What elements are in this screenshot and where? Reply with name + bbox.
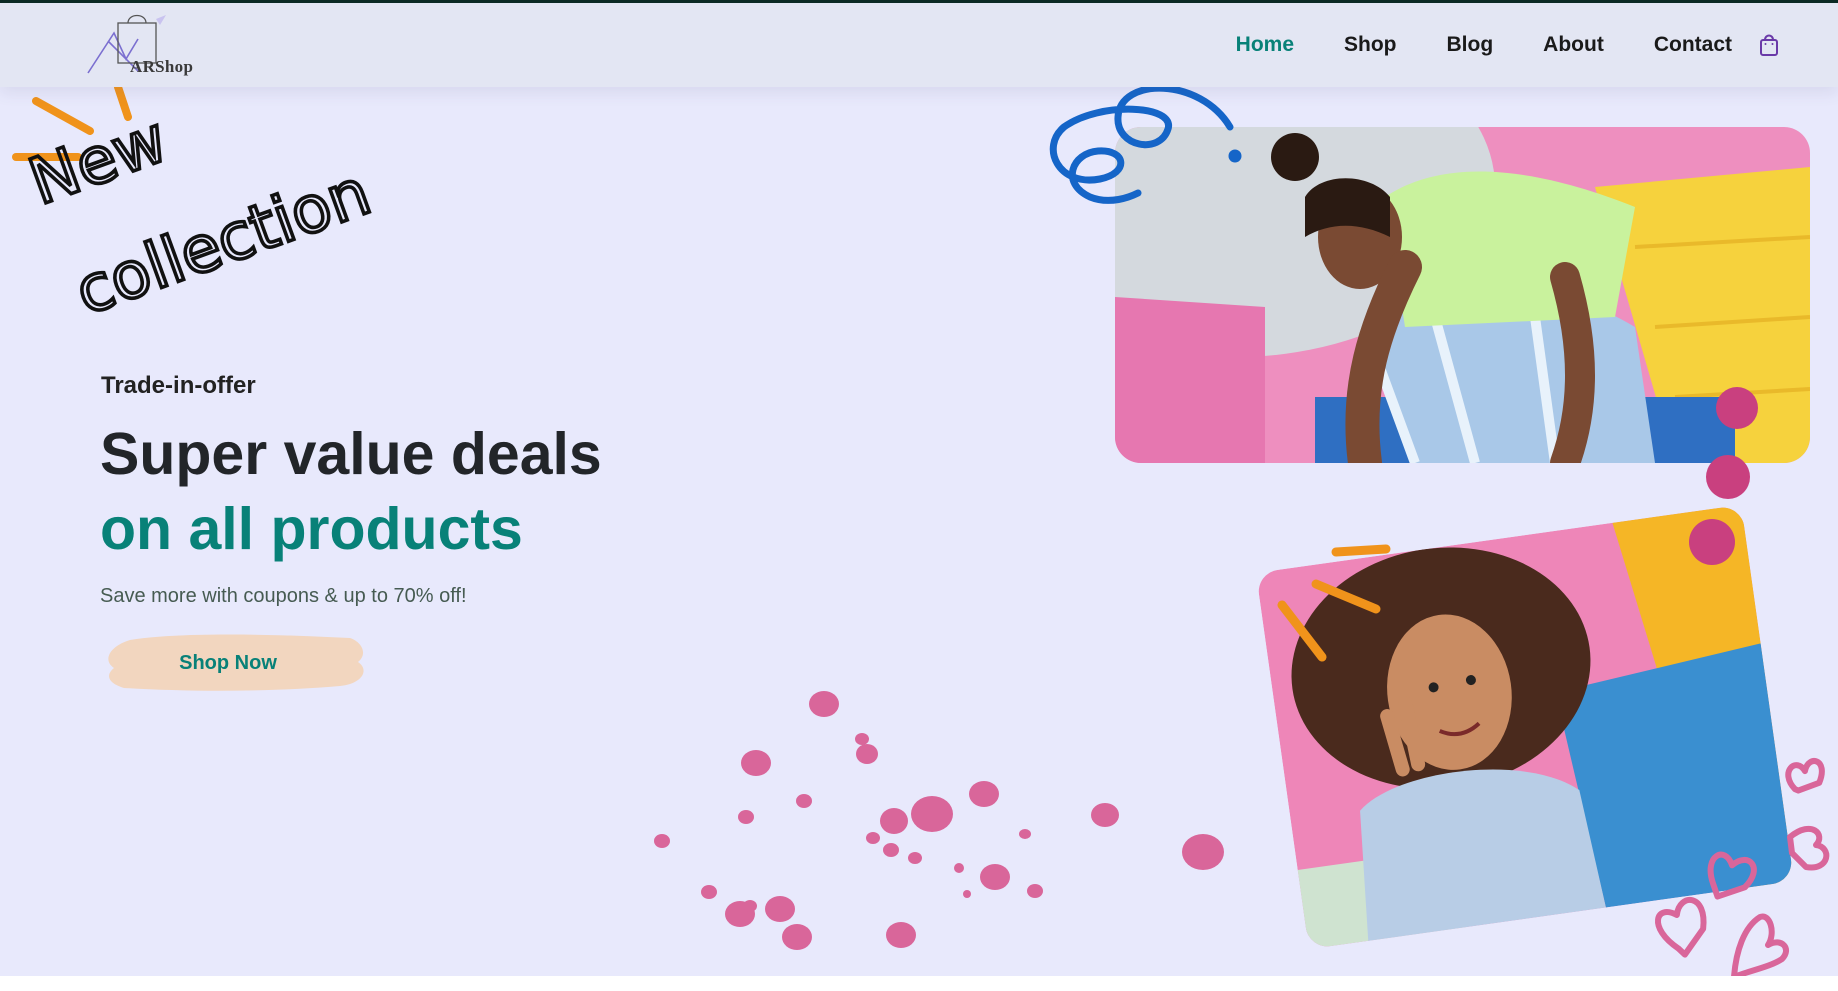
nav-contact[interactable]: Contact [1654,33,1732,57]
shopping-bag-icon[interactable] [1758,33,1780,57]
site-header: ARShop Home Shop Blog About Contact [0,3,1838,87]
hero-photo-top [1115,127,1810,463]
nav-about[interactable]: About [1543,33,1604,57]
nav-blog[interactable]: Blog [1447,33,1494,57]
hero-title-line1: Super value deals [100,421,602,487]
handwritten-new: New [20,103,176,220]
hero-photo-bottom [1255,504,1795,950]
main-nav: Home Shop Blog About Contact [1186,3,1780,87]
shop-now-button[interactable]: Shop Now [100,632,370,694]
pink-dots-scatter [654,691,1224,950]
nav-shop[interactable]: Shop [1344,33,1397,57]
hero-title-line2: on all products [100,496,523,562]
hero-section: New collection Trade-in-offer Super valu… [0,87,1838,976]
new-collection-doodle: New collection [12,87,382,332]
hero-description: Save more with coupons & up to 70% off! [100,585,467,607]
brand-name: ARShop [130,57,194,76]
nav-home[interactable]: Home [1236,33,1294,57]
hero-subtitle: Trade-in-offer [101,372,256,399]
shop-now-label: Shop Now [179,652,277,674]
page-bottom-strip [0,976,1838,991]
